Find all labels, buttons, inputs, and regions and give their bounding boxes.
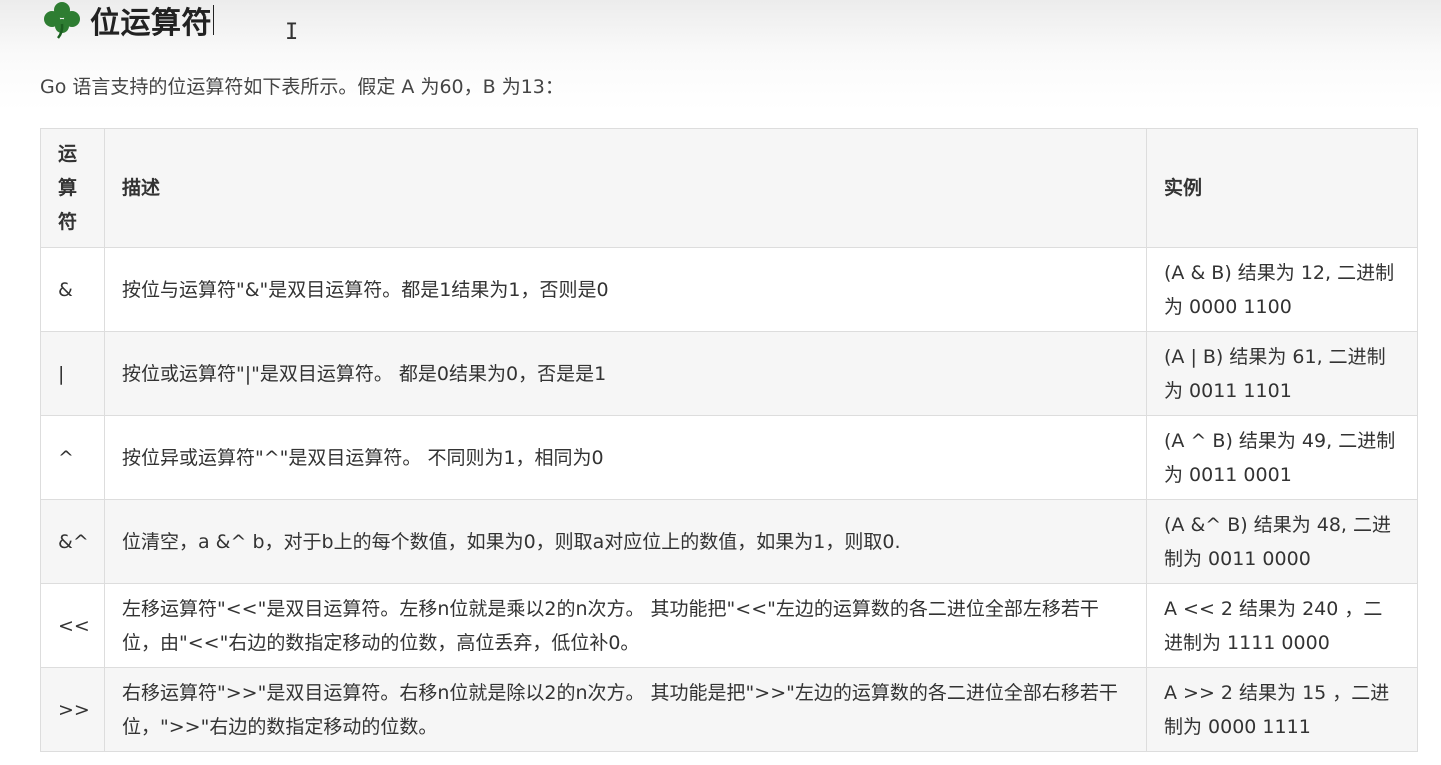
operator-cell: << [40,583,105,668]
table-row: &^ 位清空，a &^ b，对于b上的每个数值，如果为0，则取a对应位上的数值，… [40,499,1418,584]
description-cell: 右移运算符">>"是双目运算符。右移n位就是除以2的n次方。 其功能是把">>"… [104,667,1147,752]
header-operator-char: 符 [58,211,78,233]
description-cell: 按位或运算符"|"是双目运算符。 都是0结果为0，否是是1 [104,331,1147,416]
operator-cell: | [40,331,105,416]
intro-paragraph: Go 语言支持的位运算符如下表所示。假定 A 为60，B 为13： [40,76,564,98]
table-row: & 按位与运算符"&"是双目运算符。都是1结果为1，否则是0 (A & B) 结… [40,247,1418,332]
operator-cell: & [40,247,105,332]
description-cell: 位清空，a &^ b，对于b上的每个数值，如果为0，则取a对应位上的数值，如果为… [104,499,1147,584]
header-operator-char: 算 [58,177,78,199]
table-row: ^ 按位异或运算符"^"是双目运算符。 不同则为1，相同为0 (A ^ B) 结… [40,415,1418,500]
bitwise-operators-table: 运 算 符 描述 实例 & 按位与运算符"&"是双目运算符。都是1结果为1，否则… [40,128,1418,752]
header-operator-char: 运 [58,143,78,165]
description-cell: 按位与运算符"&"是双目运算符。都是1结果为1，否则是0 [104,247,1147,332]
table-header-row: 运 算 符 描述 实例 [40,128,1418,248]
operator-cell: >> [40,667,105,752]
example-cell: (A &^ B) 结果为 48, 二进制为 0011 0000 [1146,499,1418,584]
table-row: << 左移运算符"<<"是双目运算符。左移n位就是乘以2的n次方。 其功能把"<… [40,583,1418,668]
example-cell: (A ^ B) 结果为 49, 二进制为 0011 0001 [1146,415,1418,500]
table-row: >> 右移运算符">>"是双目运算符。右移n位就是除以2的n次方。 其功能是把"… [40,667,1418,752]
header-operator: 运 算 符 [40,128,105,248]
operator-cell: &^ [40,499,105,584]
header-example: 实例 [1146,128,1418,248]
page-title[interactable]: 位运算符 [90,0,212,42]
section-heading: 位运算符 [42,0,214,42]
clover-icon [44,2,80,39]
operator-cell: ^ [40,415,105,500]
table-row: | 按位或运算符"|"是双目运算符。 都是0结果为0，否是是1 (A | B) … [40,331,1418,416]
example-cell: (A | B) 结果为 61, 二进制为 0011 1101 [1146,331,1418,416]
ibeam-cursor-icon: I [285,20,299,45]
text-cursor [213,5,214,35]
example-cell: A >> 2 结果为 15 ，二进制为 0000 1111 [1146,667,1418,752]
example-cell: A << 2 结果为 240 ，二进制为 1111 0000 [1146,583,1418,668]
description-cell: 按位异或运算符"^"是双目运算符。 不同则为1，相同为0 [104,415,1147,500]
example-cell: (A & B) 结果为 12, 二进制为 0000 1100 [1146,247,1418,332]
header-description: 描述 [104,128,1147,248]
description-cell: 左移运算符"<<"是双目运算符。左移n位就是乘以2的n次方。 其功能把"<<"左… [104,583,1147,668]
